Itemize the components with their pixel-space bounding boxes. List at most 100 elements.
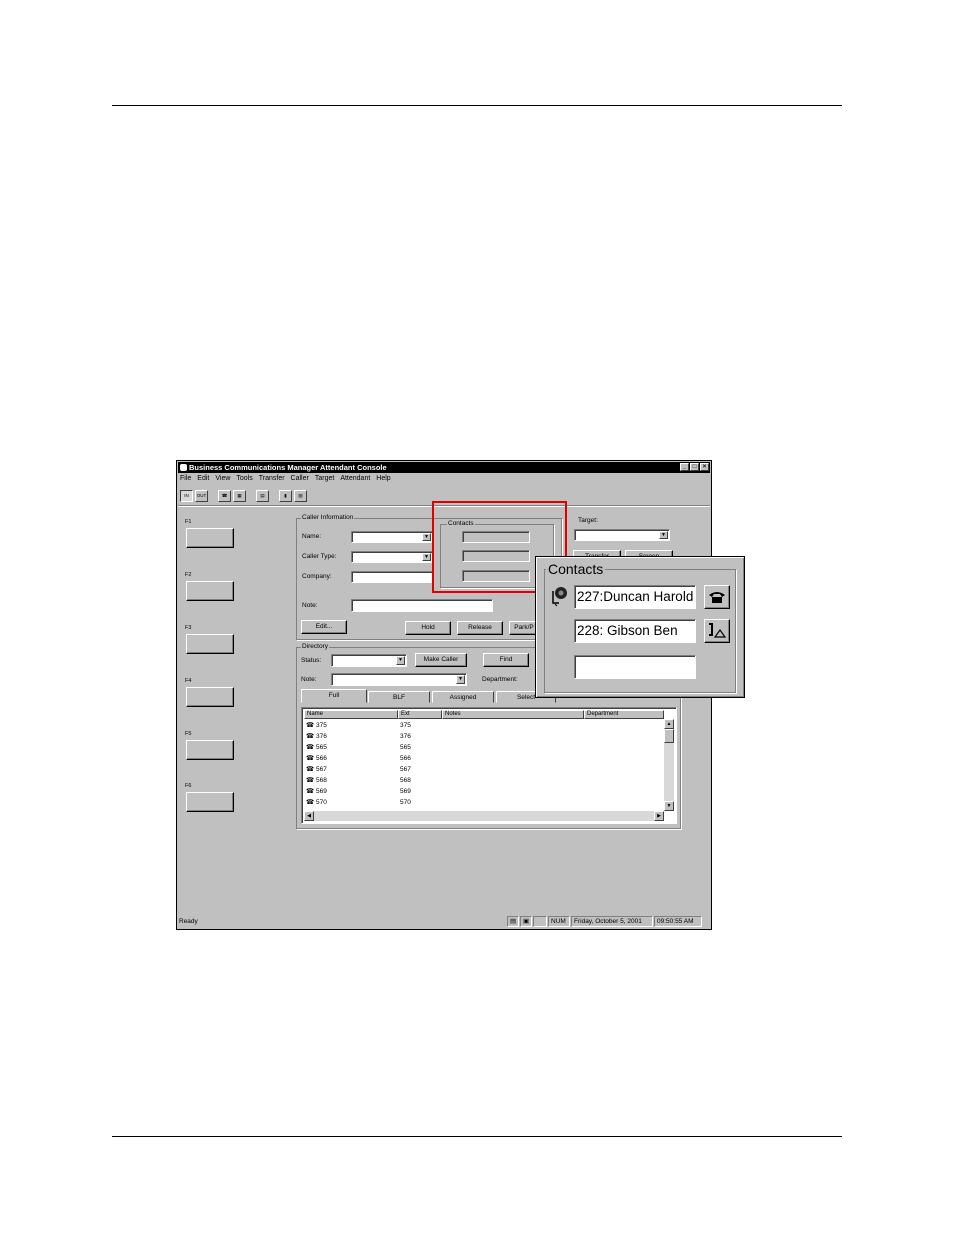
menu-attendant[interactable]: Attendant bbox=[340, 475, 370, 482]
close-button[interactable]: × bbox=[700, 463, 709, 471]
phone-icon: ☎ bbox=[306, 777, 315, 784]
tab-blf[interactable]: BLF bbox=[368, 691, 430, 703]
hold-button[interactable]: Hold bbox=[405, 621, 451, 635]
menu-view[interactable]: View bbox=[215, 475, 230, 482]
f5-label: F5 bbox=[185, 731, 192, 737]
name-combo[interactable]: ▼ bbox=[351, 531, 433, 543]
status-list-icon[interactable]: ▤ bbox=[507, 916, 519, 927]
column-header-notes[interactable]: Notes bbox=[442, 710, 584, 719]
directory-note-combo[interactable]: ▼ bbox=[331, 673, 467, 686]
status-time: 09:50:55 AM bbox=[654, 916, 702, 927]
caller-information-label: Caller Information bbox=[301, 514, 355, 521]
dialpad-tool-icon[interactable]: ▦ bbox=[233, 490, 246, 502]
title-bar[interactable]: Business Communications Manager Attendan… bbox=[178, 462, 710, 473]
phone-icon: ☎ bbox=[306, 755, 315, 762]
menu-transfer[interactable]: Transfer bbox=[259, 475, 285, 482]
directory-note-label: Note: bbox=[301, 676, 317, 683]
chevron-down-icon[interactable]: ▼ bbox=[396, 656, 405, 665]
page-top-rule bbox=[112, 105, 842, 106]
directory-label: Directory bbox=[301, 643, 330, 650]
name-label: Name: bbox=[302, 533, 322, 540]
phone-icon: ☎ bbox=[306, 766, 315, 773]
contact-status-icon bbox=[549, 585, 571, 607]
scroll-up-icon[interactable]: ▲ bbox=[664, 719, 674, 729]
f1-button[interactable] bbox=[186, 528, 234, 548]
call-tool-icon[interactable]: ☎ bbox=[218, 490, 231, 502]
edit-button[interactable]: Edit... bbox=[301, 620, 347, 634]
chevron-down-icon[interactable]: ▼ bbox=[456, 675, 465, 684]
release-button[interactable]: Release bbox=[457, 621, 503, 635]
chevron-down-icon[interactable]: ▼ bbox=[659, 531, 668, 539]
table-row[interactable]: ☎ 566 566 bbox=[304, 753, 664, 764]
table-row[interactable]: ☎ 376 376 bbox=[304, 731, 664, 742]
chevron-down-icon[interactable]: ▼ bbox=[422, 553, 431, 561]
f2-button[interactable] bbox=[186, 581, 234, 601]
table-row[interactable]: ☎ 569 569 bbox=[304, 786, 664, 797]
target-combo[interactable]: ▼ bbox=[574, 529, 670, 541]
minimize-button[interactable]: _ bbox=[680, 463, 689, 471]
status-bar: Ready ▤ ▣ NUM Friday, October 5, 2001 09… bbox=[179, 916, 709, 927]
f4-button[interactable] bbox=[186, 687, 234, 707]
f3-label: F3 bbox=[185, 625, 192, 631]
app-phone-icon bbox=[180, 464, 187, 471]
maximize-button[interactable]: □ bbox=[690, 463, 699, 471]
zoom-contact-3[interactable] bbox=[574, 655, 696, 679]
menu-caller[interactable]: Caller bbox=[291, 475, 309, 482]
grid-tool-icon[interactable]: ▤ bbox=[256, 490, 269, 502]
make-caller-button[interactable]: Make Caller bbox=[415, 653, 467, 667]
settings-tool-icon[interactable]: ▨ bbox=[294, 490, 307, 502]
caller-note-field[interactable] bbox=[351, 599, 493, 612]
table-row[interactable]: ☎ 375 375 bbox=[304, 720, 664, 731]
status-date: Friday, October 5, 2001 bbox=[571, 916, 653, 927]
f1-label: F1 bbox=[185, 519, 192, 525]
scroll-left-icon[interactable]: ◀ bbox=[304, 811, 314, 821]
company-label: Company: bbox=[302, 573, 332, 580]
phone-icon: ☎ bbox=[306, 733, 315, 740]
find-button[interactable]: Find bbox=[483, 653, 529, 667]
tab-full[interactable]: Full bbox=[301, 689, 367, 703]
table-row[interactable]: ☎ 567 567 bbox=[304, 764, 664, 775]
bars-tool-icon[interactable]: ▮ bbox=[279, 490, 292, 502]
window-title: Business Communications Manager Attendan… bbox=[189, 463, 387, 472]
menu-target[interactable]: Target bbox=[315, 475, 334, 482]
in-button[interactable]: IN bbox=[180, 490, 193, 502]
status-ready: Ready bbox=[179, 918, 198, 925]
column-header-name[interactable]: Name bbox=[304, 710, 398, 719]
column-header-department[interactable]: Department bbox=[584, 710, 664, 719]
menu-file[interactable]: File bbox=[180, 475, 191, 482]
menu-bar: File Edit View Tools Transfer Caller Tar… bbox=[180, 475, 391, 482]
f3-button[interactable] bbox=[186, 634, 234, 654]
vertical-scrollbar[interactable]: ▲ ▼ bbox=[664, 719, 674, 811]
target-label: Target: bbox=[578, 517, 598, 524]
menu-edit[interactable]: Edit bbox=[197, 475, 209, 482]
menu-help[interactable]: Help bbox=[376, 475, 390, 482]
tab-assigned[interactable]: Assigned bbox=[432, 691, 494, 703]
column-header-ext[interactable]: Ext bbox=[398, 710, 442, 719]
scroll-down-icon[interactable]: ▼ bbox=[664, 801, 674, 811]
caller-type-combo[interactable]: ▼ bbox=[351, 551, 433, 563]
directory-list[interactable]: Name Ext Notes Department ☎ 375 375 ☎ 376 37… bbox=[301, 707, 677, 824]
table-row[interactable]: ☎ 565 565 bbox=[304, 742, 664, 753]
status-num: NUM bbox=[548, 916, 570, 927]
scroll-right-icon[interactable]: ▶ bbox=[654, 811, 664, 821]
f6-button[interactable] bbox=[186, 792, 234, 812]
busy-phone-icon[interactable] bbox=[704, 585, 730, 609]
zoom-contact-2[interactable]: 228: Gibson Ben bbox=[574, 619, 696, 643]
out-button[interactable]: OUT bbox=[195, 490, 208, 502]
horizontal-scrollbar[interactable]: ◀ ▶ bbox=[304, 811, 664, 821]
company-field[interactable] bbox=[351, 571, 433, 583]
status-combo[interactable]: ▼ bbox=[331, 654, 407, 667]
status-monitor-icon[interactable]: ▣ bbox=[520, 916, 532, 927]
zoom-contacts-label: Contacts bbox=[546, 561, 606, 577]
f4-label: F4 bbox=[185, 678, 192, 684]
menu-tools[interactable]: Tools bbox=[236, 475, 252, 482]
handset-off-hook-icon[interactable] bbox=[704, 619, 730, 643]
f5-button[interactable] bbox=[186, 740, 234, 760]
scroll-thumb[interactable] bbox=[664, 729, 674, 743]
caller-note-label: Note: bbox=[302, 602, 318, 609]
zoom-contact-1[interactable]: 227:Duncan Harold bbox=[574, 585, 696, 609]
table-row[interactable]: ☎ 570 570 bbox=[304, 797, 664, 808]
f2-label: F2 bbox=[185, 572, 192, 578]
table-row[interactable]: ☎ 568 568 bbox=[304, 775, 664, 786]
chevron-down-icon[interactable]: ▼ bbox=[422, 533, 431, 541]
